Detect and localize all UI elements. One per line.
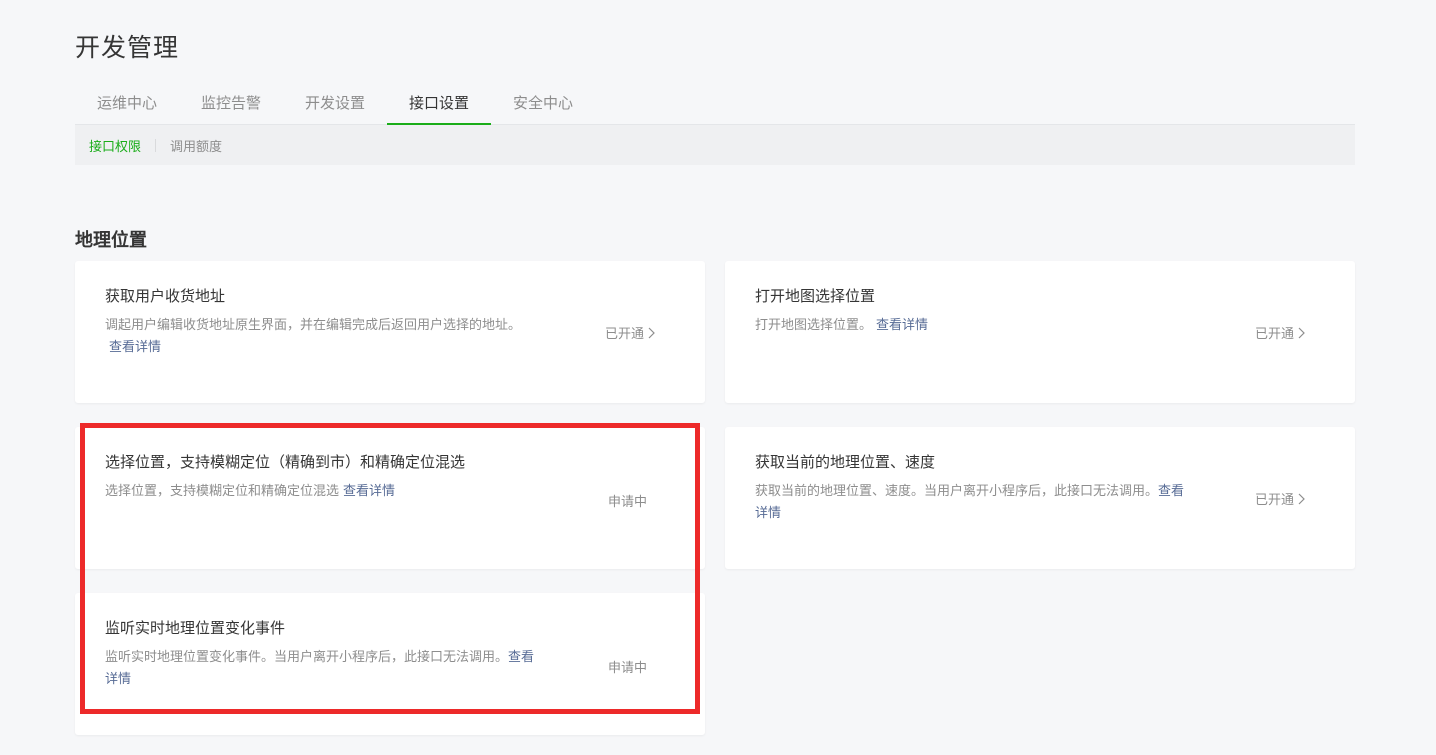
status-text: 已开通 — [1254, 327, 1294, 342]
api-card-choose-poi[interactable]: 选择位置，支持模糊定位（精确到市）和精确定位混选 选择位置，支持模糊定位和精确定… — [75, 427, 705, 569]
subnav-divider — [155, 138, 157, 152]
status-badge[interactable]: 已开通 — [1255, 489, 1305, 508]
card-desc-text: 获取当前的地理位置、速度。当用户离开小程序后，此接口无法调用。 — [755, 484, 1159, 499]
tab-api-settings[interactable]: 接口设置 — [387, 84, 491, 125]
card-description: 监听实时地理位置变化事件。当用户离开小程序后，此接口无法调用。查看详情 — [105, 647, 545, 691]
api-card-location-change[interactable]: 监听实时地理位置变化事件 监听实时地理位置变化事件。当用户离开小程序后，此接口无… — [75, 593, 705, 735]
card-description: 调起用户编辑收货地址原生界面，并在编辑完成后返回用户选择的地址。查看详情 — [105, 315, 535, 359]
status-text: 申请中 — [607, 661, 647, 676]
card-description: 获取当前的地理位置、速度。当用户离开小程序后，此接口无法调用。查看详情 — [755, 481, 1195, 525]
card-title: 打开地图选择位置 — [755, 287, 876, 305]
subnav-call-quota[interactable]: 调用额度 — [170, 136, 222, 155]
chevron-right-icon — [648, 327, 655, 339]
status-badge: 申请中 — [608, 491, 647, 510]
view-details-link[interactable]: 查看详情 — [109, 340, 161, 355]
page-title: 开发管理 — [75, 33, 180, 62]
card-title: 监听实时地理位置变化事件 — [105, 619, 286, 637]
tab-security-center[interactable]: 安全中心 — [491, 84, 595, 125]
tab-ops-center[interactable]: 运维中心 — [75, 84, 179, 125]
section-title: 地理位置 — [75, 230, 147, 251]
status-text: 已开通 — [1254, 493, 1294, 508]
status-text: 申请中 — [607, 495, 647, 510]
status-badge[interactable]: 已开通 — [1255, 323, 1305, 342]
status-badge: 申请中 — [608, 657, 647, 676]
card-desc-text: 打开地图选择位置。 — [755, 318, 873, 333]
status-badge[interactable]: 已开通 — [605, 323, 655, 342]
api-card-get-location[interactable]: 获取当前的地理位置、速度 获取当前的地理位置、速度。当用户离开小程序后，此接口无… — [725, 427, 1355, 569]
card-desc-text: 选择位置，支持模糊定位和精确定位混选 — [105, 484, 340, 499]
card-description: 打开地图选择位置。 查看详情 — [755, 315, 1195, 337]
card-desc-text: 监听实时地理位置变化事件。当用户离开小程序后，此接口无法调用。 — [105, 650, 509, 665]
card-desc-text: 调起用户编辑收货地址原生界面，并在编辑完成后返回用户选择的地址。 — [105, 318, 522, 333]
subnav-api-permissions[interactable]: 接口权限 — [89, 136, 141, 155]
card-title: 获取当前的地理位置、速度 — [755, 453, 936, 471]
sub-navigation: 接口权限 调用额度 — [75, 125, 1355, 165]
page: 开发管理 运维中心 监控告警 开发设置 接口设置 安全中心 接口权限 调用额度 … — [0, 0, 1436, 755]
chevron-right-icon — [1298, 327, 1305, 339]
view-details-link[interactable]: 查看详情 — [343, 484, 395, 499]
card-description: 选择位置，支持模糊定位和精确定位混选 查看详情 — [105, 481, 545, 503]
chevron-right-icon — [1298, 493, 1305, 505]
tab-dev-settings[interactable]: 开发设置 — [283, 84, 387, 125]
api-card-choose-location[interactable]: 打开地图选择位置 打开地图选择位置。 查看详情 已开通 — [725, 261, 1355, 403]
tab-monitoring-alerts[interactable]: 监控告警 — [179, 84, 283, 125]
card-title: 选择位置，支持模糊定位（精确到市）和精确定位混选 — [105, 453, 466, 471]
status-text: 已开通 — [604, 327, 644, 342]
main-tabs: 运维中心 监控告警 开发设置 接口设置 安全中心 — [75, 84, 1355, 125]
card-title: 获取用户收货地址 — [105, 287, 226, 305]
view-details-link[interactable]: 查看详情 — [876, 318, 928, 333]
api-card-choose-address[interactable]: 获取用户收货地址 调起用户编辑收货地址原生界面，并在编辑完成后返回用户选择的地址… — [75, 261, 705, 403]
